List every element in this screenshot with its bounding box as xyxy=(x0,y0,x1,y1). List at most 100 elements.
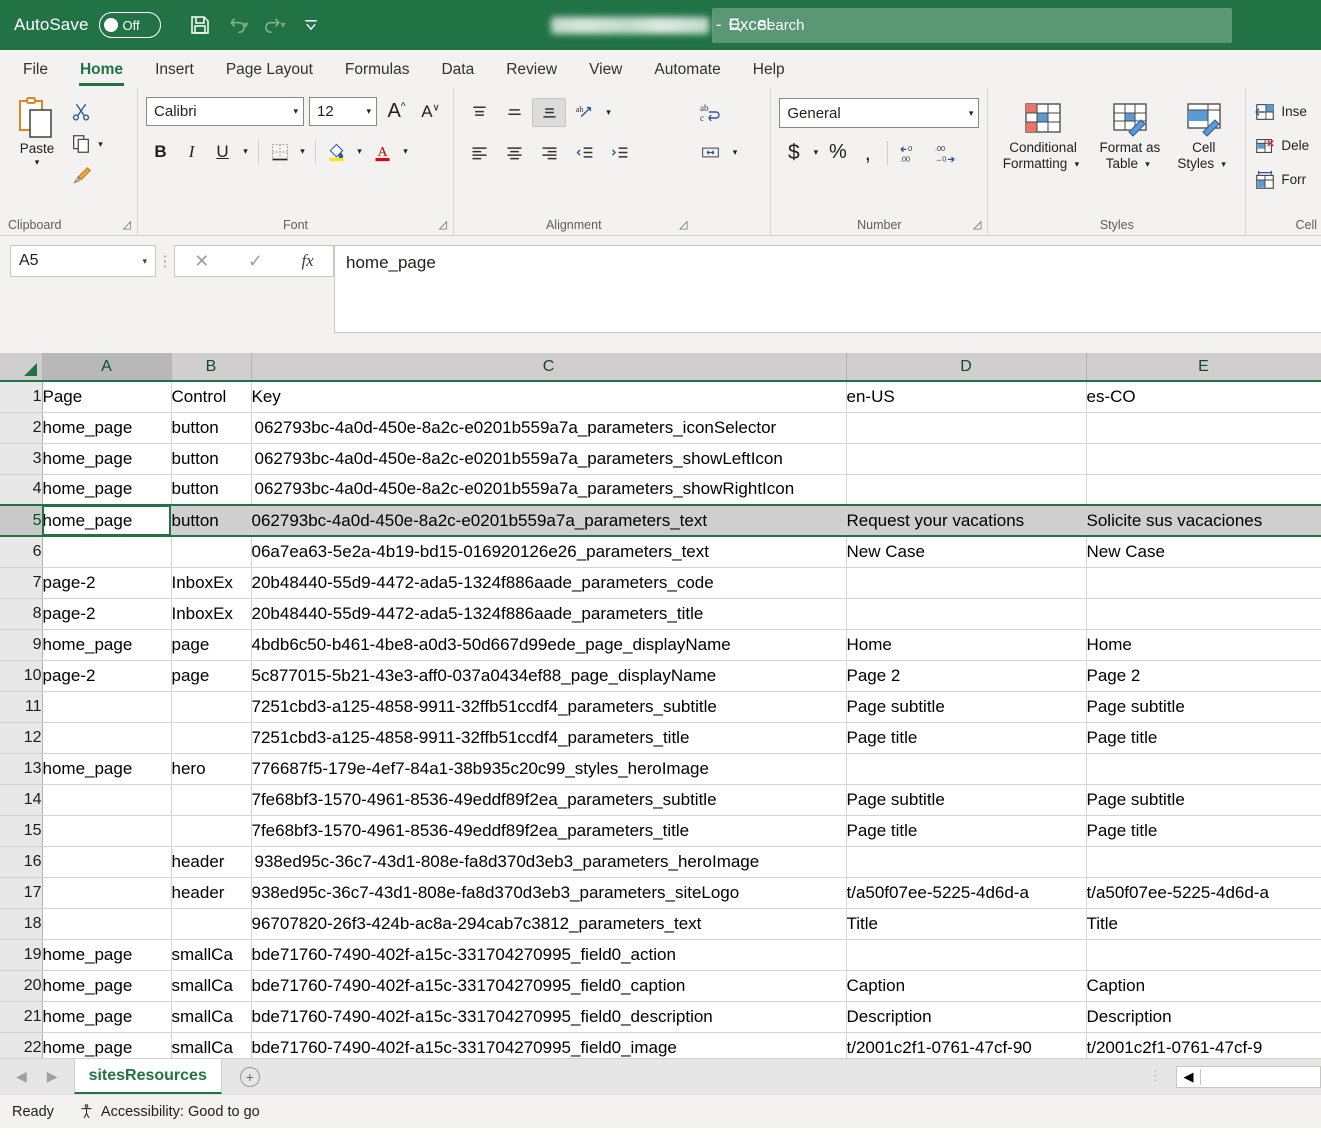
cell-e12[interactable]: Page title xyxy=(1086,722,1321,754)
align-right-button[interactable] xyxy=(532,138,566,167)
percent-style-button[interactable]: % xyxy=(823,138,852,167)
row-header-19[interactable]: 19 xyxy=(0,939,43,971)
cell-b9[interactable]: page xyxy=(171,629,252,661)
increase-indent-button[interactable] xyxy=(602,138,636,167)
font-size-combobox[interactable]: 12 ▾ xyxy=(309,97,378,126)
undo-button[interactable]: ▾ xyxy=(220,8,254,42)
previous-sheet-icon[interactable]: ◀ xyxy=(16,1068,27,1085)
font-dialog-launcher-icon[interactable]: ◿ xyxy=(439,218,447,231)
row-header-12[interactable]: 12 xyxy=(0,722,43,754)
save-button[interactable] xyxy=(183,8,217,42)
row-header-9[interactable]: 9 xyxy=(0,629,43,661)
confirm-icon[interactable]: ✓ xyxy=(248,251,263,272)
cell-b11[interactable] xyxy=(171,691,252,723)
cell-b5[interactable]: button xyxy=(171,504,252,537)
scroll-grip-icon[interactable]: ⋮ xyxy=(1135,1069,1176,1083)
cell-c12[interactable]: 7251cbd3-a125-4858-9911-32ffb51ccdf4_par… xyxy=(251,722,847,754)
cell-d3[interactable] xyxy=(846,443,1087,475)
cell-d6[interactable]: New Case xyxy=(846,536,1087,568)
cell-b7[interactable]: InboxEx xyxy=(171,567,252,599)
row-header-11[interactable]: 11 xyxy=(0,691,43,723)
cell-e8[interactable] xyxy=(1086,598,1321,630)
cell-b12[interactable] xyxy=(171,722,252,754)
italic-button[interactable]: I xyxy=(177,137,206,166)
search-input[interactable]: Search xyxy=(712,8,1232,43)
tab-data[interactable]: Data xyxy=(426,55,489,88)
row-header-5[interactable]: 5 xyxy=(0,504,43,537)
number-dialog-launcher-icon[interactable]: ◿ xyxy=(973,218,981,231)
scroll-left-icon[interactable]: ◀ xyxy=(1177,1068,1201,1085)
borders-button[interactable] xyxy=(265,137,294,166)
row-header-10[interactable]: 10 xyxy=(0,660,43,692)
cell-d20[interactable]: Caption xyxy=(846,970,1087,1002)
cell-b13[interactable]: hero xyxy=(171,753,252,785)
row-header-20[interactable]: 20 xyxy=(0,970,43,1002)
alignment-dialog-launcher-icon[interactable]: ◿ xyxy=(679,218,687,231)
cell-a10[interactable]: page-2 xyxy=(42,660,172,692)
cell-d8[interactable] xyxy=(846,598,1087,630)
cell-d14[interactable]: Page subtitle xyxy=(846,784,1087,816)
cell-c9[interactable]: 4bdb6c50-b461-4be8-a0d3-50d667d99ede_pag… xyxy=(251,629,847,661)
cancel-icon[interactable]: ✕ xyxy=(194,251,209,272)
row-header-18[interactable]: 18 xyxy=(0,908,43,940)
cell-e7[interactable] xyxy=(1086,567,1321,599)
row-header-1[interactable]: 1 xyxy=(0,381,43,413)
cell-a5[interactable]: home_page xyxy=(42,504,172,537)
row-header-8[interactable]: 8 xyxy=(0,598,43,630)
accounting-format-button[interactable]: $ xyxy=(779,138,808,167)
cell-a16[interactable] xyxy=(42,846,172,878)
row-header-22[interactable]: 22 xyxy=(0,1032,43,1058)
merge-dropdown-chevron-icon[interactable]: ▾ xyxy=(728,147,741,158)
name-box[interactable]: A5 ▾ xyxy=(10,245,156,277)
font-size-chevron-down-icon[interactable]: ▾ xyxy=(367,106,372,117)
cell-b6[interactable] xyxy=(171,536,252,568)
accounting-dropdown-chevron-icon[interactable]: ▾ xyxy=(809,147,822,158)
autosave-toggle[interactable]: Off xyxy=(98,12,161,38)
cell-d7[interactable] xyxy=(846,567,1087,599)
align-center-button[interactable] xyxy=(497,138,531,167)
cell-d21[interactable]: Description xyxy=(846,1001,1087,1033)
tab-formulas[interactable]: Formulas xyxy=(330,55,425,88)
conditional-formatting-chevron-down-icon[interactable]: ▾ xyxy=(1070,159,1083,170)
cell-c18[interactable]: 96707820-26f3-424b-ac8a-294cab7c3812_par… xyxy=(251,908,847,940)
cell-b20[interactable]: smallCa xyxy=(171,970,252,1002)
column-header-e[interactable]: E xyxy=(1086,353,1321,382)
increase-font-size-button[interactable]: A^ xyxy=(382,97,411,126)
tab-help[interactable]: Help xyxy=(738,55,800,88)
cell-d4[interactable] xyxy=(846,474,1087,506)
cell-a20[interactable]: home_page xyxy=(42,970,172,1002)
wrap-text-button[interactable]: ab c xyxy=(693,98,727,127)
tab-automate[interactable]: Automate xyxy=(639,55,735,88)
cell-d2[interactable] xyxy=(846,412,1087,444)
row-header-21[interactable]: 21 xyxy=(0,1001,43,1033)
fill-color-dropdown-chevron-icon[interactable]: ▾ xyxy=(353,146,366,157)
cell-a8[interactable]: page-2 xyxy=(42,598,172,630)
cell-b17[interactable]: header xyxy=(171,877,252,909)
cell-c19[interactable]: bde71760-7490-402f-a15c-331704270995_fie… xyxy=(251,939,847,971)
row-header-7[interactable]: 7 xyxy=(0,567,43,599)
cell-b10[interactable]: page xyxy=(171,660,252,692)
cell-c10[interactable]: 5c877015-5b21-43e3-aff0-037a0434ef88_pag… xyxy=(251,660,847,692)
cell-a14[interactable] xyxy=(42,784,172,816)
align-bottom-button[interactable] xyxy=(532,98,567,127)
sheet-tab-sitesresources[interactable]: sitesResources xyxy=(73,1059,222,1094)
cell-b15[interactable] xyxy=(171,815,252,847)
bold-button[interactable]: B xyxy=(146,137,175,166)
cell-e19[interactable] xyxy=(1086,939,1321,971)
cell-a22[interactable]: home_page xyxy=(42,1032,172,1058)
fill-color-button[interactable] xyxy=(322,137,351,166)
cell-e11[interactable]: Page subtitle xyxy=(1086,691,1321,723)
cell-b2[interactable]: button xyxy=(171,412,252,444)
merge-and-center-button[interactable] xyxy=(693,138,727,167)
cell-e1[interactable]: es-CO xyxy=(1086,381,1321,413)
autosave-control[interactable]: AutoSave Off xyxy=(14,12,161,38)
decrease-decimal-button[interactable]: .00 →0 xyxy=(928,138,962,167)
cell-e13[interactable] xyxy=(1086,753,1321,785)
row-header-3[interactable]: 3 xyxy=(0,443,43,475)
cell-d18[interactable]: Title xyxy=(846,908,1087,940)
delete-cells-button[interactable]: Dele xyxy=(1254,130,1313,161)
cell-d12[interactable]: Page title xyxy=(846,722,1087,754)
cell-e17[interactable]: t/a50f07ee-5225-4d6d-a xyxy=(1086,877,1321,909)
column-header-b[interactable]: B xyxy=(171,353,252,382)
row-header-13[interactable]: 13 xyxy=(0,753,43,785)
